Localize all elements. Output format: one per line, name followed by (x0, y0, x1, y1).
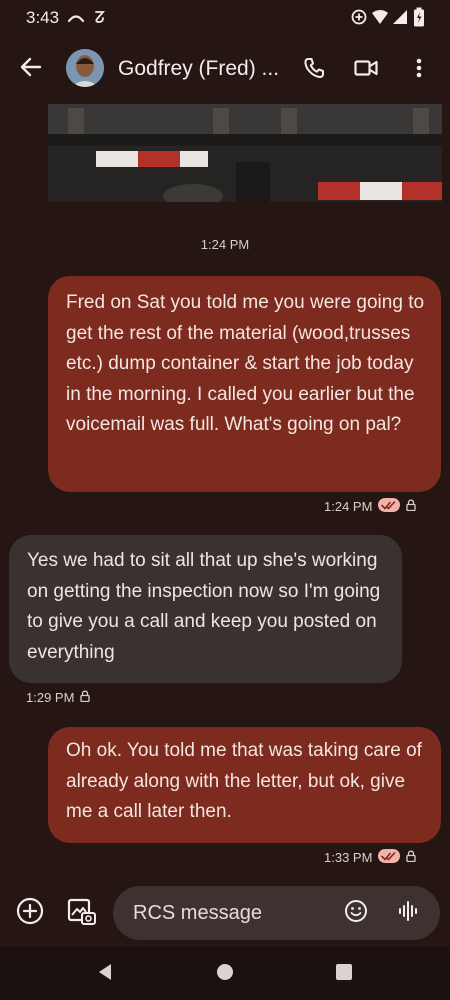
message-time: 1:29 PM (26, 690, 75, 705)
message-time: 1:33 PM (324, 850, 373, 865)
add-attachment-button[interactable] (15, 897, 45, 930)
phone-icon (303, 57, 325, 84)
lock-icon (406, 499, 417, 514)
outgoing-message-bubble[interactable]: Oh ok. You told me that was taking care … (48, 727, 441, 843)
wifi-icon (371, 9, 389, 30)
message-composer (113, 886, 440, 940)
back-arrow-icon (20, 57, 42, 82)
nav-back-button[interactable] (90, 960, 120, 988)
contact-name[interactable]: Godfrey (Fred) ... (118, 57, 279, 81)
message-text: Oh ok. You told me that was taking care … (66, 740, 422, 822)
more-options-button[interactable] (403, 54, 435, 86)
battery-icon (413, 7, 425, 32)
emoji-icon (344, 899, 368, 928)
read-receipt-icon (378, 498, 401, 515)
system-navigation-bar (0, 947, 450, 1000)
back-button[interactable] (14, 52, 48, 86)
timestamp-divider: 1:24 PM (200, 237, 250, 252)
triangle-back-icon (97, 963, 113, 986)
video-camera-icon (354, 59, 378, 82)
nav-recents-button[interactable] (329, 960, 359, 988)
lock-icon (406, 850, 417, 865)
circle-home-icon (216, 963, 234, 986)
read-receipt-icon (378, 849, 401, 866)
notification-icon (92, 9, 108, 30)
status-bar: 3:43 (0, 0, 450, 34)
video-call-button[interactable] (350, 54, 382, 86)
message-meta: 1:29 PM (26, 690, 91, 705)
emoji-button[interactable] (342, 899, 370, 927)
data-saver-icon (351, 9, 367, 30)
more-vert-icon (416, 58, 422, 83)
message-meta: 1:24 PM (324, 498, 417, 515)
message-time: 1:24 PM (324, 499, 373, 514)
incoming-message-bubble[interactable]: Yes we had to sit all that up she's work… (9, 535, 402, 683)
gallery-icon (67, 898, 97, 931)
message-text: Yes we had to sit all that up she's work… (27, 550, 381, 663)
signal-icon (392, 9, 408, 30)
gallery-button[interactable] (66, 898, 98, 930)
call-button[interactable] (298, 54, 330, 86)
add-circle-icon (16, 897, 44, 930)
image-attachment[interactable] (48, 104, 442, 202)
square-recents-icon (336, 963, 352, 985)
voice-message-button[interactable] (395, 899, 423, 927)
message-text: Fred on Sat you told me you were going t… (66, 292, 425, 435)
nav-home-button[interactable] (210, 960, 240, 988)
lock-icon (80, 690, 91, 705)
status-time: 3:43 (26, 8, 60, 27)
missed-call-icon (67, 10, 85, 29)
message-meta: 1:33 PM (324, 849, 417, 866)
waveform-icon (398, 900, 420, 927)
outgoing-message-bubble[interactable]: Fred on Sat you told me you were going t… (48, 276, 441, 492)
contact-avatar[interactable] (66, 49, 104, 87)
message-input[interactable] (133, 886, 333, 940)
conversation-header: Godfrey (Fred) ... (0, 34, 450, 104)
